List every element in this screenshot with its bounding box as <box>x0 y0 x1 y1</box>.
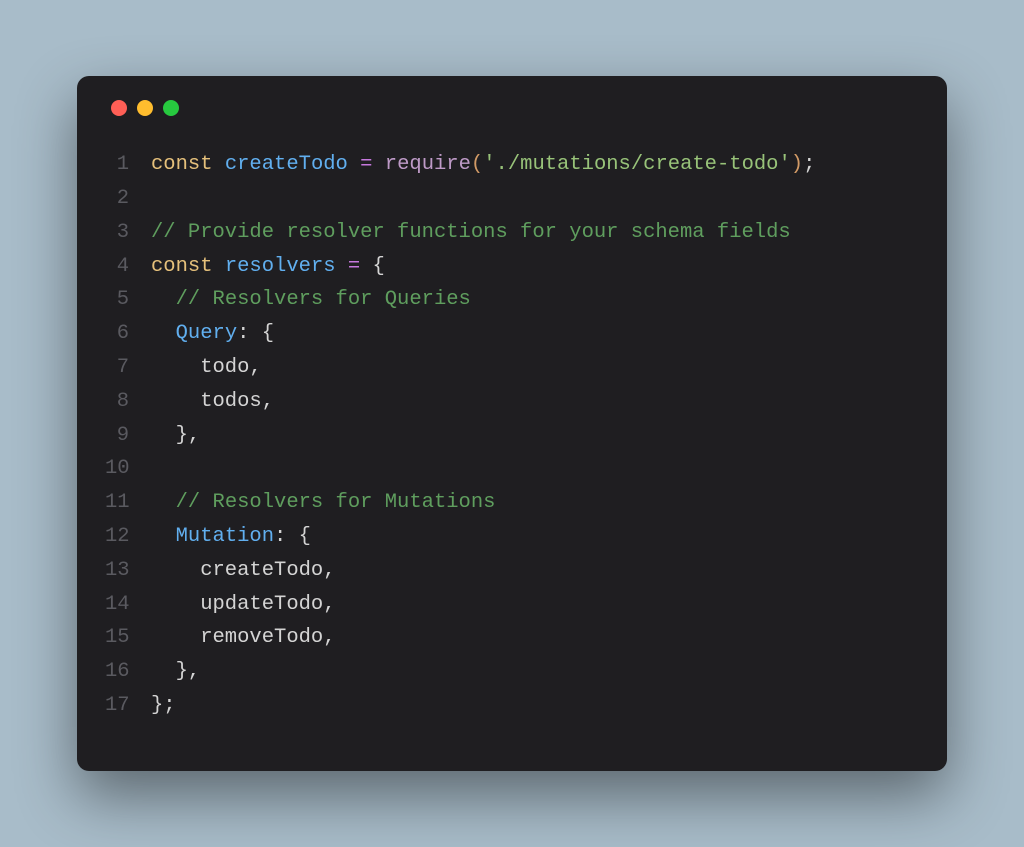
code-line: 1const createTodo = require('./mutations… <box>105 148 919 182</box>
token-var: Query <box>176 322 238 345</box>
window-titlebar <box>105 100 919 116</box>
token-var: resolvers <box>225 255 336 278</box>
token-plain <box>213 153 225 176</box>
close-icon[interactable] <box>111 100 127 116</box>
token-kw: const <box>151 153 213 176</box>
token-plain: todo, <box>151 356 262 379</box>
line-number: 7 <box>105 351 151 385</box>
token-kw: const <box>151 255 213 278</box>
token-plain: ; <box>803 153 815 176</box>
code-line: 10 <box>105 452 919 486</box>
line-content: }, <box>151 655 200 689</box>
token-plain <box>213 255 225 278</box>
token-plain <box>151 491 176 514</box>
token-str: './mutations/create-todo' <box>483 153 791 176</box>
line-number: 2 <box>105 182 151 216</box>
token-op: = <box>360 153 372 176</box>
code-editor: 1const createTodo = require('./mutations… <box>105 148 919 723</box>
code-line: 14 updateTodo, <box>105 588 919 622</box>
code-line: 11 // Resolvers for Mutations <box>105 486 919 520</box>
line-content: }; <box>151 689 176 723</box>
token-plain: updateTodo, <box>151 593 336 616</box>
code-line: 3// Provide resolver functions for your … <box>105 216 919 250</box>
token-plain: : { <box>237 322 274 345</box>
token-plain <box>151 288 176 311</box>
line-content <box>151 452 163 486</box>
minimize-icon[interactable] <box>137 100 153 116</box>
token-comment: // Resolvers for Queries <box>176 288 471 311</box>
line-number: 5 <box>105 283 151 317</box>
code-line: 5 // Resolvers for Queries <box>105 283 919 317</box>
token-plain: : { <box>274 525 311 548</box>
token-plain <box>336 255 348 278</box>
code-line: 4const resolvers = { <box>105 250 919 284</box>
code-window: 1const createTodo = require('./mutations… <box>77 76 947 771</box>
code-line: 13 createTodo, <box>105 554 919 588</box>
token-paren: ) <box>791 153 803 176</box>
line-number: 6 <box>105 317 151 351</box>
line-content: // Resolvers for Mutations <box>151 486 495 520</box>
token-plain: removeTodo, <box>151 626 336 649</box>
line-number: 13 <box>105 554 151 588</box>
line-content: removeTodo, <box>151 621 336 655</box>
token-paren: ( <box>471 153 483 176</box>
line-number: 11 <box>105 486 151 520</box>
token-plain <box>348 153 360 176</box>
line-content: // Provide resolver functions for your s… <box>151 216 791 250</box>
token-plain <box>151 525 176 548</box>
line-content: updateTodo, <box>151 588 336 622</box>
token-op: = <box>348 255 360 278</box>
line-content: const resolvers = { <box>151 250 385 284</box>
line-number: 10 <box>105 452 151 486</box>
line-number: 16 <box>105 655 151 689</box>
line-content <box>151 182 163 216</box>
code-line: 7 todo, <box>105 351 919 385</box>
token-var: Mutation <box>176 525 274 548</box>
token-comment: // Resolvers for Mutations <box>176 491 496 514</box>
line-number: 1 <box>105 148 151 182</box>
line-content: }, <box>151 419 200 453</box>
token-var: createTodo <box>225 153 348 176</box>
token-plain: }; <box>151 694 176 717</box>
line-content: todo, <box>151 351 262 385</box>
token-plain: todos, <box>151 390 274 413</box>
line-content: todos, <box>151 385 274 419</box>
line-number: 8 <box>105 385 151 419</box>
line-number: 3 <box>105 216 151 250</box>
line-number: 15 <box>105 621 151 655</box>
code-line: 8 todos, <box>105 385 919 419</box>
line-content: Query: { <box>151 317 274 351</box>
token-plain: { <box>360 255 385 278</box>
line-number: 12 <box>105 520 151 554</box>
token-plain: createTodo, <box>151 559 336 582</box>
token-plain: }, <box>151 424 200 447</box>
line-content: const createTodo = require('./mutations/… <box>151 148 815 182</box>
token-fn: require <box>385 153 471 176</box>
code-line: 15 removeTodo, <box>105 621 919 655</box>
code-line: 17}; <box>105 689 919 723</box>
token-plain <box>151 322 176 345</box>
code-line: 2 <box>105 182 919 216</box>
line-number: 4 <box>105 250 151 284</box>
line-number: 17 <box>105 689 151 723</box>
code-line: 9 }, <box>105 419 919 453</box>
token-plain <box>372 153 384 176</box>
token-plain: }, <box>151 660 200 683</box>
code-line: 16 }, <box>105 655 919 689</box>
code-line: 12 Mutation: { <box>105 520 919 554</box>
line-number: 14 <box>105 588 151 622</box>
maximize-icon[interactable] <box>163 100 179 116</box>
code-line: 6 Query: { <box>105 317 919 351</box>
line-content: // Resolvers for Queries <box>151 283 471 317</box>
line-content: Mutation: { <box>151 520 311 554</box>
line-number: 9 <box>105 419 151 453</box>
line-content: createTodo, <box>151 554 336 588</box>
token-comment: // Provide resolver functions for your s… <box>151 221 791 244</box>
